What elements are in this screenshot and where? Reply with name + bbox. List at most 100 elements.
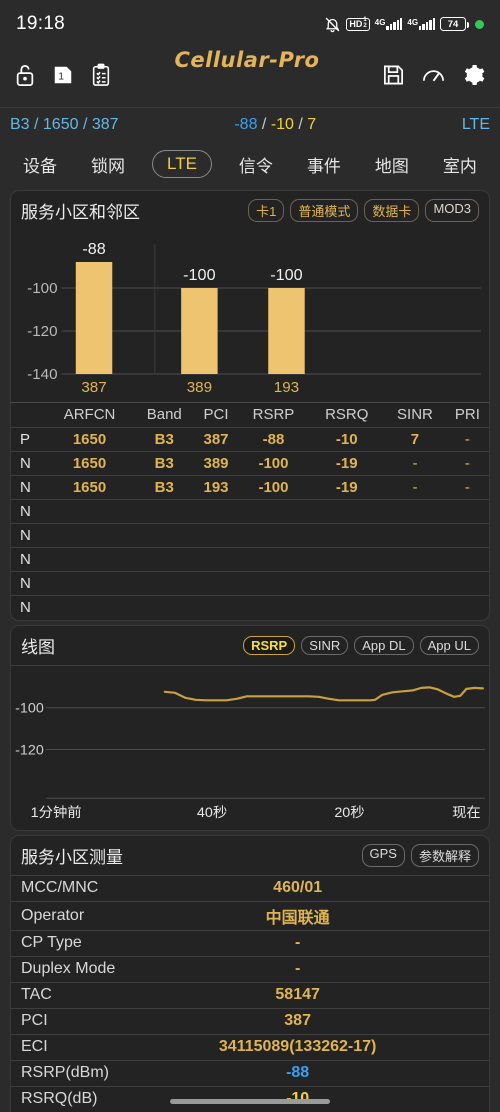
cell-band: B3 (134, 475, 195, 500)
chip-app-ul[interactable]: App UL (419, 635, 479, 655)
xtick-20s: 20秒 (334, 804, 364, 820)
chip-gps[interactable]: GPS (361, 843, 405, 867)
table-row[interactable]: P 1650 B3 387 -88 -10 7 - (11, 427, 489, 452)
table-row[interactable]: N 1650 B3 193 -100 -19 - - (11, 475, 489, 500)
info-network-type: LTE (461, 116, 490, 133)
serving-cell-title: 服务小区和邻区 (21, 203, 140, 222)
measure-value: 中国联通 (166, 900, 489, 930)
tab-device[interactable]: 设备 (16, 149, 64, 180)
table-row[interactable]: N (11, 595, 489, 620)
clipboard-checklist-icon[interactable] (90, 63, 112, 92)
measure-key: PCI (11, 1007, 167, 1034)
chip-rsrp[interactable]: RSRP (243, 635, 296, 655)
serving-cell-card: 服务小区和邻区 卡1 普通模式 数据卡 MOD3 -100 -120 -140 … (10, 190, 490, 621)
measure-value: - (166, 955, 489, 982)
signal-4g-icon-1: 4G (375, 18, 403, 30)
measure-value: 387 (166, 1007, 489, 1034)
info-metrics: -88 / -10 / 7 (119, 116, 432, 134)
info-bar: B3 / 1650 / 387 -88 / -10 / 7 LTE (0, 108, 500, 142)
battery-icon: 74 (440, 17, 469, 31)
measure-key: Duplex Mode (11, 955, 167, 982)
hd-volte-icon: HD 1 2 (346, 17, 370, 31)
table-row[interactable]: N (11, 571, 489, 596)
th-arfcn: ARFCN (45, 402, 135, 428)
cell-band: B3 (134, 451, 195, 476)
chip-sim1[interactable]: 卡1 (248, 199, 285, 222)
measurement-header: 服务小区测量 GPS 参数解释 (11, 836, 489, 875)
table-row[interactable]: N (11, 547, 489, 572)
measure-value: 34115089(133262-17) (166, 1033, 489, 1060)
rsrp-line-chart: -100 -120 1分钟前 40秒 20秒 现在 (11, 664, 489, 830)
bar-category-389: 389 (187, 379, 212, 396)
chip-sinr[interactable]: SINR (301, 635, 349, 655)
cell-band: B3 (134, 427, 195, 452)
measurement-row: RSRP(dBm) -88 (11, 1059, 489, 1086)
ytick-120: -120 (27, 323, 57, 340)
chip-param-explain[interactable]: 参数解释 (410, 843, 479, 867)
cell-tag: N (11, 475, 45, 500)
ytick-100: -100 (15, 699, 44, 715)
table-row[interactable]: N 1650 B3 389 -100 -19 - - (11, 451, 489, 476)
cell-pci: 193 (194, 475, 238, 500)
cell-sinr: 7 (384, 427, 446, 452)
cell-empty (45, 523, 489, 548)
cell-pci: 387 (194, 427, 238, 452)
table-row[interactable]: N (11, 523, 489, 548)
info-sinr: 7 (307, 116, 317, 133)
tab-signalling[interactable]: 信令 (232, 149, 280, 180)
settings-gear-icon[interactable] (462, 63, 486, 92)
signal-4g-icon-2: 4G (407, 18, 435, 30)
tab-bar: 设备 锁网 LTE 信令 事件 地图 室内 (0, 142, 500, 186)
th-tag (11, 402, 45, 428)
xtick-now: 现在 (452, 804, 481, 820)
th-pri: PRI (445, 402, 489, 428)
cell-arfcn: 1650 (45, 427, 135, 452)
status-time: 19:18 (16, 13, 66, 34)
chip-app-dl[interactable]: App DL (354, 635, 414, 655)
measure-value: 58147 (166, 981, 489, 1008)
tab-indoor[interactable]: 室内 (436, 149, 484, 180)
chip-normal-mode[interactable]: 普通模式 (290, 199, 359, 222)
unlock-icon[interactable] (14, 63, 36, 92)
measurement-row: ECI 34115089(133262-17) (11, 1033, 489, 1060)
cell-sinr: - (384, 475, 446, 500)
hd-frac-bottom: 2 (363, 23, 367, 29)
measurement-row: PCI 387 (11, 1007, 489, 1034)
serving-cell-chips: 卡1 普通模式 数据卡 MOD3 (248, 199, 479, 222)
serving-measurement-card: 服务小区测量 GPS 参数解释 MCC/MNC 460/01 Operator … (10, 834, 490, 1112)
cell-tag: N (11, 547, 45, 572)
cell-pci: 389 (194, 451, 238, 476)
xtick-40s: 40秒 (197, 804, 227, 820)
measurement-row: TAC 58147 (11, 981, 489, 1008)
sim-card-1-icon[interactable]: 1 (52, 63, 74, 92)
cell-tag: N (11, 499, 45, 524)
cell-rsrp: -100 (237, 475, 310, 500)
neighbour-bar-chart: -100 -120 -140 -88 387 -100 389 -100 193 (13, 230, 485, 402)
measurement-row: Duplex Mode - (11, 955, 489, 982)
tab-lock-network[interactable]: 锁网 (84, 149, 132, 180)
info-rsrp: -88 (234, 116, 258, 133)
measure-key: RSRP(dBm) (11, 1059, 167, 1086)
bar-category-193: 193 (274, 379, 299, 396)
chip-data-card[interactable]: 数据卡 (364, 199, 420, 222)
th-pci: PCI (194, 402, 238, 428)
save-icon[interactable] (382, 63, 405, 92)
cell-pri: - (445, 475, 489, 500)
line-chart-svg: -100 -120 1分钟前 40秒 20秒 现在 (15, 685, 485, 820)
tab-lte[interactable]: LTE (152, 150, 212, 178)
info-rsrq: -10 (270, 116, 294, 133)
tab-events[interactable]: 事件 (300, 149, 348, 180)
cell-arfcn: 1650 (45, 475, 135, 500)
net-type-1: 4G (374, 18, 386, 27)
bar-label-389: -100 (183, 266, 215, 284)
speedometer-icon[interactable] (421, 63, 446, 92)
cell-pri: - (445, 427, 489, 452)
app-title: Cellular-Pro (174, 48, 320, 72)
table-row[interactable]: N (11, 499, 489, 524)
th-sinr: SINR (384, 402, 446, 428)
ytick-140: -140 (27, 366, 57, 383)
bar-category-387: 387 (81, 379, 106, 396)
tab-map[interactable]: 地图 (368, 149, 416, 180)
chip-mod3[interactable]: MOD3 (425, 199, 479, 222)
measure-key: RSRQ(dB) (11, 1085, 167, 1112)
